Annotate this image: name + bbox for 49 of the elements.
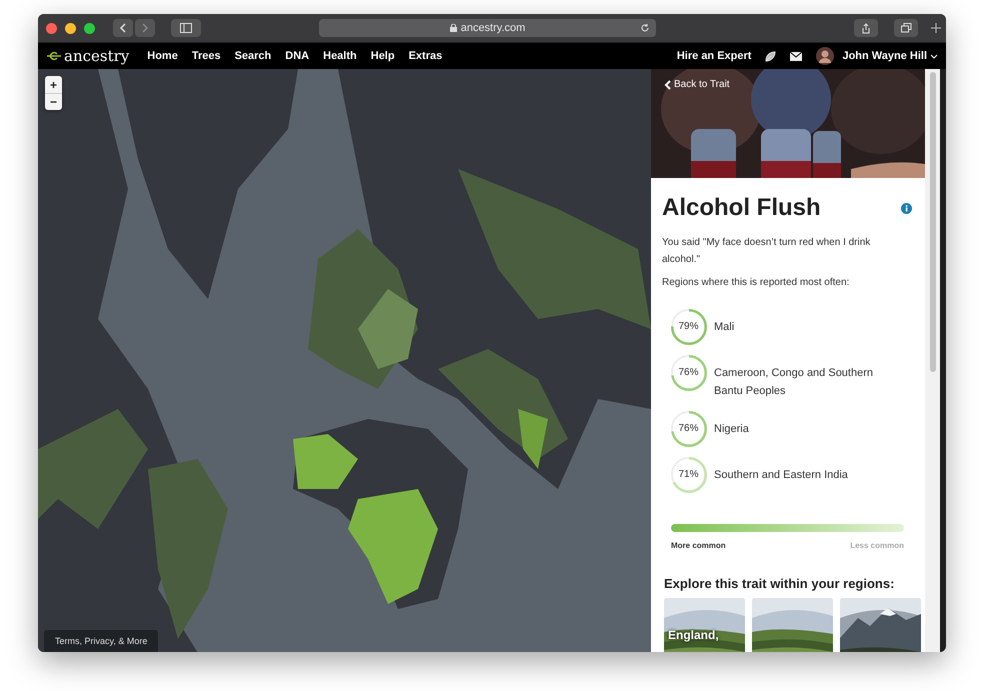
sidebar-icon xyxy=(180,23,192,33)
scrollbar-thumb[interactable] xyxy=(930,72,936,372)
share-icon xyxy=(861,22,871,34)
reload-icon[interactable] xyxy=(640,23,650,33)
percent-text: 79% xyxy=(678,321,698,332)
sidebar-button[interactable] xyxy=(171,19,201,37)
percent-text: 71% xyxy=(678,469,698,480)
chevron-left-icon xyxy=(664,80,671,90)
minimize-button[interactable] xyxy=(65,22,76,34)
region-name: Nigeria xyxy=(714,422,750,437)
regions-label: Regions where this is reported most often: xyxy=(662,276,850,290)
lock-icon xyxy=(450,24,457,32)
leaf-icon[interactable] xyxy=(765,50,776,62)
region-name: Mali xyxy=(714,320,736,335)
nav-link[interactable]: Health xyxy=(323,50,357,62)
close-button[interactable] xyxy=(46,22,57,34)
chevron-down-icon xyxy=(930,54,938,58)
percent-text: 76% xyxy=(678,367,698,378)
section-heading: Explore this trait within your regions: xyxy=(664,576,896,591)
address-bar[interactable]: ancestry.com xyxy=(319,19,656,37)
user-menu[interactable]: John Wayne Hill xyxy=(842,50,938,62)
back-button[interactable] xyxy=(113,19,133,37)
chevron-left-icon xyxy=(119,23,127,33)
nav-link[interactable]: DNA xyxy=(285,50,310,62)
back-link[interactable]: Back to Trait xyxy=(664,79,730,90)
tabs-button[interactable] xyxy=(894,19,918,37)
share-button[interactable] xyxy=(854,19,878,37)
region-name: Southern and Eastern India xyxy=(714,468,849,483)
chevron-right-icon xyxy=(141,23,149,33)
percent-text: 76% xyxy=(678,423,698,434)
hire-link[interactable]: Hire an Expert xyxy=(676,50,752,62)
info-icon[interactable] xyxy=(901,202,912,214)
mail-icon[interactable] xyxy=(790,52,802,60)
ancestry-logo[interactable]: ancestry xyxy=(46,47,130,65)
nav-link[interactable]: Help xyxy=(370,50,395,62)
nav-link[interactable]: Trees xyxy=(192,50,221,62)
tabs-icon xyxy=(900,23,912,33)
trait-title: Alcohol Flush xyxy=(662,194,821,222)
plus-icon xyxy=(931,23,941,33)
avatar-icon[interactable] xyxy=(816,47,834,65)
region-name: Cameroon, Congo and Southern Bantu Peoples xyxy=(714,366,874,399)
legend-label: Less common xyxy=(850,541,904,550)
nav-link[interactable]: Search xyxy=(234,50,272,62)
card-label: England, xyxy=(668,628,719,642)
statement-text: You said "My face doesn’t turn red when I drink alcohol." xyxy=(662,236,872,267)
nav-link[interactable]: Home xyxy=(147,50,178,62)
legend-label: More common xyxy=(671,541,726,550)
zoom-button[interactable] xyxy=(84,22,95,34)
nav-link[interactable]: Extras xyxy=(408,50,442,62)
